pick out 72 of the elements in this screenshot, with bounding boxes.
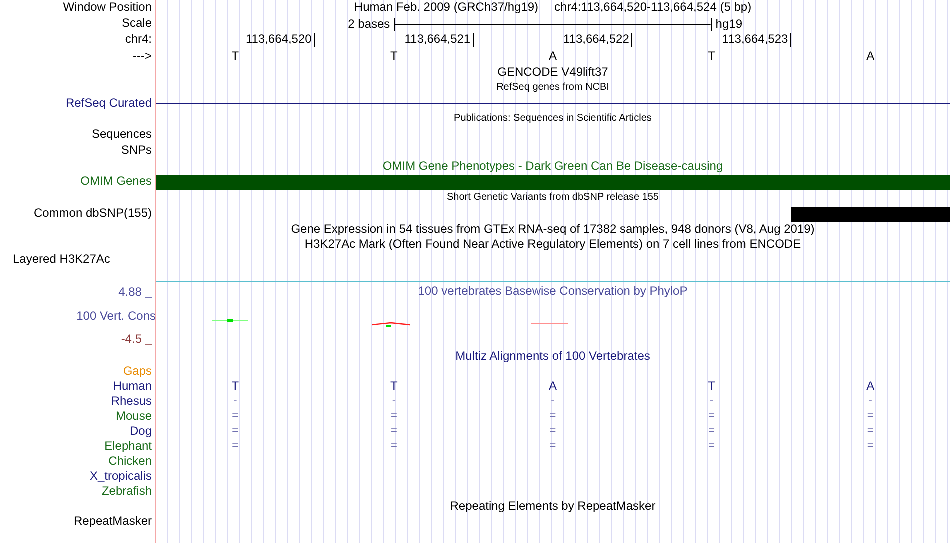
track-title: GENCODE V49lift37 [498, 65, 608, 80]
alignment-base: = [708, 409, 715, 424]
track-label[interactable]: RepeatMasker [74, 514, 156, 530]
alignment-base: - [234, 394, 238, 409]
track-title: Publications: Sequences in Scientific Articles [454, 112, 652, 126]
species-label[interactable]: Human [113, 379, 156, 394]
track-label: chr4: [125, 32, 153, 48]
feature-bar[interactable] [791, 207, 950, 222]
feature-bar[interactable] [156, 175, 950, 190]
alignment-base: T [390, 379, 398, 394]
alignment-base: - [392, 394, 396, 409]
base-letter: T [232, 49, 240, 65]
track-label[interactable]: SNPs [121, 143, 156, 159]
alignment-base: = [550, 424, 556, 439]
coordinate-label: 113,664,520 [246, 33, 315, 47]
track-title: 100 vertebrates Basewise Conservation by PhyloP [418, 284, 688, 299]
species-label[interactable]: X_tropicalis [90, 469, 156, 484]
track-title: RefSeq genes from NCBI [496, 81, 610, 95]
base-letter: T [708, 49, 716, 65]
track-label: Scale [122, 16, 153, 32]
assembly-title: Human Feb. 2009 (GRCh37/hg19) [354, 0, 539, 16]
alignment-base: - [551, 394, 555, 409]
track-title: Gene Expression in 54 tissues from GTEx RNA-seq of 17382 samples, 948 donors (V8, Aug 2019) [291, 222, 815, 237]
track-title: Multiz Alignments of 100 Vertebrates [456, 349, 650, 364]
track-label[interactable]: Sequences [92, 127, 156, 143]
alignment-base: = [867, 424, 874, 439]
alignment-base: A [866, 379, 875, 394]
track-title: Short Genetic Variants from dbSNP release 155 [447, 191, 659, 205]
alignment-base: = [390, 409, 398, 424]
alignment-base: = [867, 409, 874, 424]
alignment-base: = [390, 439, 398, 454]
track-title: OMIM Gene Phenotypes - Dark Green Can Be Disease-causing [382, 159, 724, 174]
coordinate-label: 113,664,522 [564, 33, 632, 47]
alignment-base: = [708, 424, 715, 439]
track-label[interactable]: RefSeq Curated [66, 96, 156, 111]
coordinate-label: 113,664,521 [404, 33, 474, 47]
alignment-base: T [708, 379, 716, 394]
track-label[interactable]: OMIM Genes [80, 174, 156, 190]
alignment-base: = [550, 439, 556, 454]
assembly-label: hg19 [714, 16, 744, 32]
track-title: Repeating Elements by RepeatMasker [450, 499, 656, 514]
alignment-base: - [868, 394, 872, 409]
coordinate-label: 113,664,523 [722, 33, 792, 47]
alignment-base: A [548, 379, 557, 394]
alignment-base: - [710, 394, 714, 409]
track-label[interactable]: Common dbSNP(155) [34, 206, 156, 222]
species-label[interactable]: Rhesus [111, 394, 156, 409]
alignment-base: = [390, 424, 398, 439]
strand-arrow: ---> [133, 49, 153, 65]
base-letter: A [866, 49, 875, 65]
track-label[interactable]: Layered H3K27Ac [0, 252, 114, 267]
track-title: H3K27Ac Mark (Often Found Near Active Regulatory Elements) on 7 cell lines from ENCODE [304, 237, 802, 252]
position-text: chr4:113,664,520-113,664,524 (5 bp) [554, 0, 752, 16]
axis-min-label: -4.5 _ [121, 332, 154, 347]
alignment-base: T [232, 379, 240, 394]
track-label: Window Position [63, 0, 153, 16]
axis-max-label: 4.88 _ [118, 285, 154, 300]
base-letter: T [390, 49, 398, 65]
species-label[interactable]: Chicken [108, 454, 156, 469]
track-label[interactable]: 100 Vert. Cons [0, 308, 156, 324]
species-label[interactable]: Dog [130, 424, 156, 439]
species-label[interactable]: Zebrafish [102, 484, 156, 499]
alignment-base: = [708, 439, 715, 454]
scale-text: 2 bases [348, 16, 392, 32]
alignment-base: = [232, 409, 239, 424]
base-letter: A [548, 49, 557, 65]
alignment-base: = [867, 439, 874, 454]
alignment-base: = [232, 424, 239, 439]
alignment-base: = [232, 439, 239, 454]
alignment-base: = [550, 409, 556, 424]
species-label[interactable]: Elephant [104, 439, 156, 454]
species-label[interactable]: Mouse [116, 409, 156, 424]
